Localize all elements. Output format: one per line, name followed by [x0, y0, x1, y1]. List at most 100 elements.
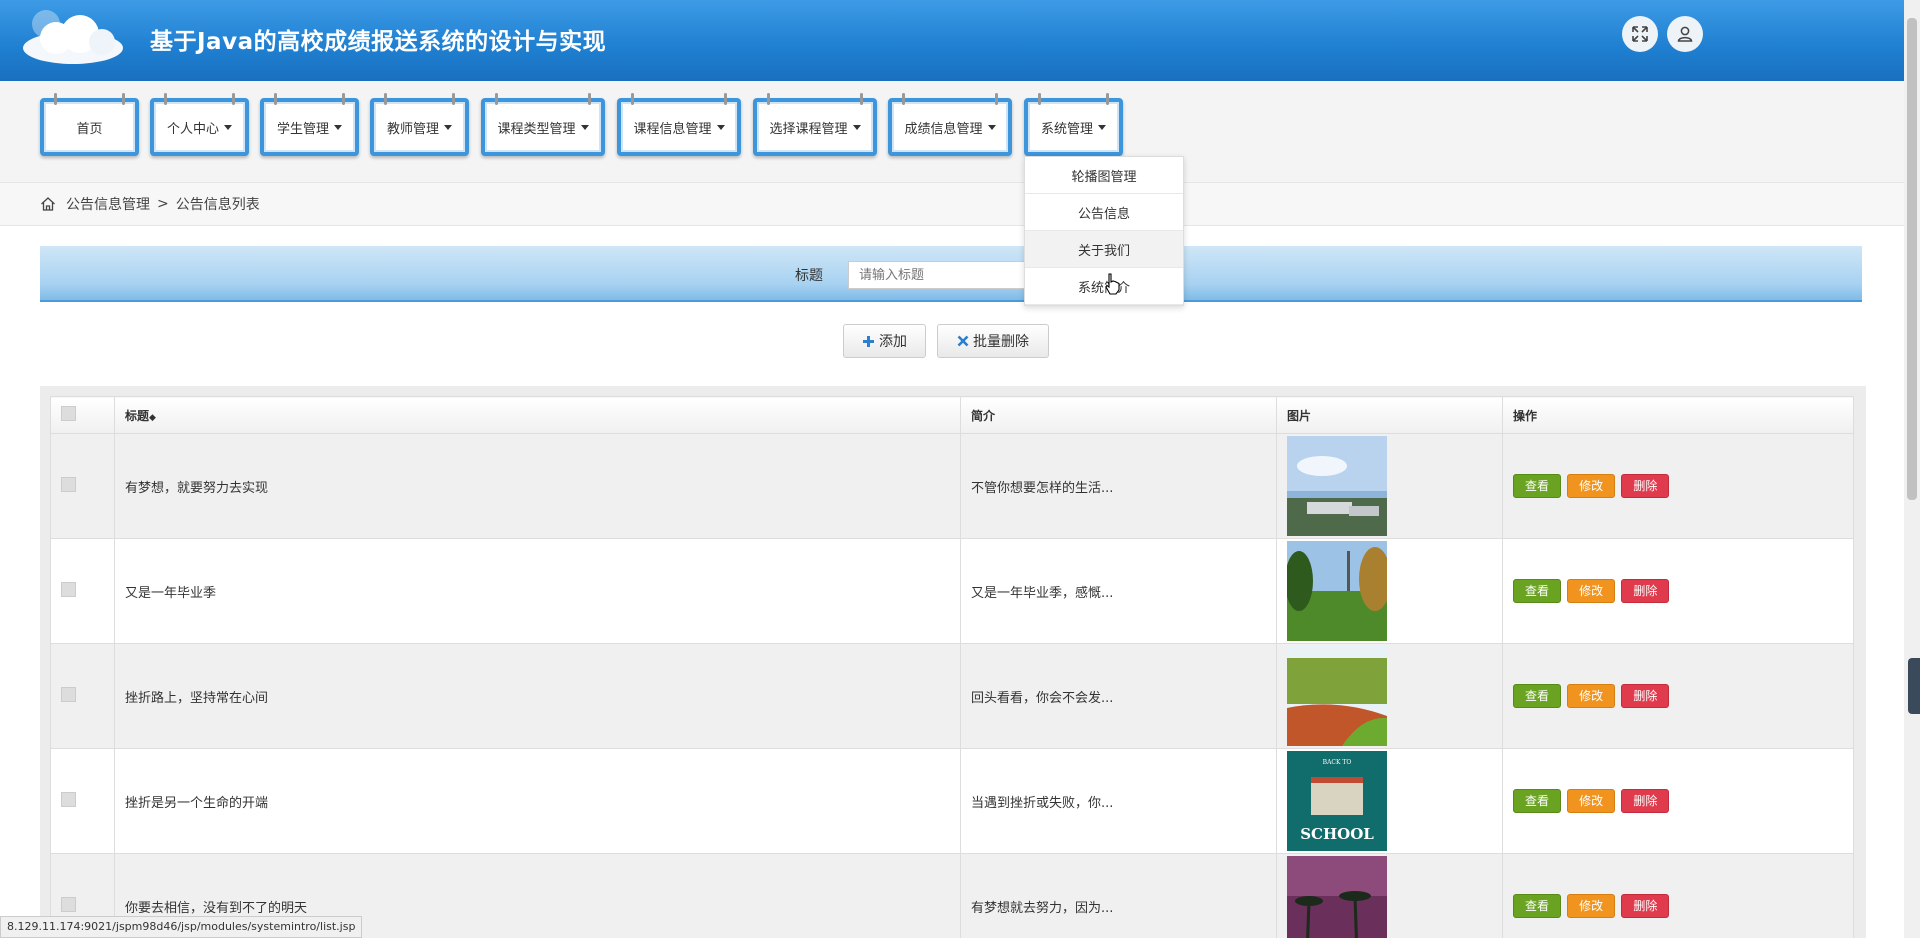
nav-item-label: 首页 [76, 121, 103, 137]
side-tab-handle[interactable] [1908, 658, 1920, 714]
row-image-cell: BACK TO SCHOOL [1276, 748, 1503, 854]
row-title: 挫折路上，坚持常在心间 [114, 643, 961, 749]
edit-button[interactable]: 修改 [1567, 789, 1616, 813]
row-image-cell [1276, 643, 1503, 749]
nav-item-label: 课程类型管理 [497, 121, 576, 137]
row-checkbox[interactable] [61, 686, 76, 702]
edit-button[interactable]: 修改 [1567, 684, 1616, 708]
table-row: 有梦想，就要努力去实现 不管你想要怎样的生活... 查看 修改 删除 [50, 433, 1854, 539]
nav-item-label: 成绩信息管理 [904, 121, 983, 137]
delete-button[interactable]: 删除 [1621, 894, 1670, 918]
sort-icon: ◆ [149, 412, 156, 423]
row-checkbox[interactable] [61, 476, 76, 492]
breadcrumb-current: 公告信息列表 [175, 197, 260, 213]
row-image-cell [1276, 538, 1503, 644]
dropdown-item-carousel[interactable]: 轮播图管理 [1025, 157, 1183, 194]
column-header-image: 图片 [1276, 396, 1503, 434]
add-button[interactable]: 添加 [843, 324, 926, 358]
row-checkbox[interactable] [61, 896, 76, 912]
breadcrumb-parent[interactable]: 公告信息管理 [66, 194, 150, 214]
row-checkbox[interactable] [61, 581, 76, 597]
back-to-school-image[interactable]: BACK TO SCHOOL [1287, 751, 1387, 851]
home-icon[interactable] [40, 196, 56, 212]
nav-item-system-management[interactable]: 系统管理 [1024, 93, 1123, 156]
plus-icon [863, 335, 874, 347]
view-button[interactable]: 查看 [1513, 474, 1562, 498]
row-ops: 查看 修改 删除 [1502, 538, 1854, 644]
select-all-checkbox[interactable] [61, 406, 76, 421]
row-image-cell [1276, 433, 1503, 539]
view-button[interactable]: 查看 [1513, 579, 1562, 603]
row-title: 又是一年毕业季 [114, 538, 961, 644]
row-ops: 查看 修改 删除 [1502, 748, 1854, 854]
row-checkbox-cell [50, 748, 115, 854]
notice-table: 标题◆ 简介 图片 操作 有梦想，就要努力去实现 不管你想要怎样的生活... 查… [50, 396, 1854, 938]
caret-down-icon [580, 124, 589, 130]
delete-button[interactable]: 删除 [1621, 684, 1670, 708]
nav-item-grade-info-management[interactable]: 成绩信息管理 [888, 93, 1012, 156]
row-checkbox-cell [50, 538, 115, 644]
table-row: 挫折路上，坚持常在心间 回头看看，你会不会发... 查看 修改 删除 [50, 643, 1854, 749]
delete-button[interactable]: 删除 [1621, 789, 1670, 813]
status-url: 8.129.11.174:9021/jspm98d46/jsp/modules/… [0, 916, 363, 938]
search-title-input[interactable] [848, 261, 1038, 289]
graduation-field-image[interactable] [1287, 541, 1387, 641]
fullscreen-button[interactable] [1622, 16, 1658, 52]
cloud-logo-icon [23, 10, 123, 64]
row-intro: 当遇到挫折或失败，你... [960, 748, 1277, 854]
nav-item-label: 个人中心 [166, 121, 219, 137]
nav-item-teacher-management[interactable]: 教师管理 [370, 93, 469, 156]
column-header-ops: 操作 [1502, 396, 1854, 434]
caret-down-icon [224, 124, 232, 130]
palm-dusk-image[interactable] [1287, 856, 1387, 938]
delete-button[interactable]: 删除 [1621, 474, 1670, 498]
column-header-title[interactable]: 标题◆ [114, 396, 961, 434]
nav-item-course-type-management[interactable]: 课程类型管理 [481, 93, 605, 156]
user-profile-button[interactable] [1667, 16, 1703, 52]
search-title-label: 标题 [795, 268, 823, 284]
row-image-cell [1276, 853, 1503, 938]
app-title: 基于Java的高校成绩报送系统的设计与实现 [150, 29, 607, 55]
dropdown-item-about-us[interactable]: 关于我们 [1025, 231, 1183, 268]
edit-button[interactable]: 修改 [1567, 894, 1616, 918]
caret-down-icon [987, 124, 996, 130]
campus-sky-image[interactable] [1287, 436, 1387, 536]
nav-item-course-selection-management[interactable]: 选择课程管理 [753, 93, 877, 156]
row-ops: 查看 修改 删除 [1502, 643, 1854, 749]
nav-item-label: 选择课程管理 [769, 121, 848, 137]
row-ops: 查看 修改 删除 [1502, 853, 1854, 938]
page-scrollbar[interactable] [1904, 0, 1920, 938]
column-header-intro: 简介 [960, 396, 1277, 434]
view-button[interactable]: 查看 [1513, 894, 1562, 918]
back-to-text: BACK TO [1322, 759, 1352, 766]
delete-button[interactable]: 删除 [1621, 579, 1670, 603]
batch-delete-button[interactable]: 批量删除 [937, 324, 1049, 358]
caret-down-icon [444, 124, 452, 130]
scrollbar-thumb[interactable] [1907, 18, 1917, 500]
header-bar: 基于Java的高校成绩报送系统的设计与实现 [0, 0, 1904, 81]
row-checkbox[interactable] [61, 791, 76, 807]
nav-item-personal-center[interactable]: 个人中心 [150, 93, 249, 156]
table-header-row: 标题◆ 简介 图片 操作 [50, 396, 1854, 434]
expand-icon [1632, 26, 1648, 42]
edit-button[interactable]: 修改 [1567, 579, 1616, 603]
column-header-title-label: 标题 [125, 408, 150, 423]
caret-down-icon [716, 124, 725, 130]
nav-item-label: 系统管理 [1040, 121, 1093, 137]
nav-item-student-management[interactable]: 学生管理 [260, 93, 359, 156]
row-intro: 回头看看，你会不会发... [960, 643, 1277, 749]
row-title: 有梦想，就要努力去实现 [114, 433, 961, 539]
view-button[interactable]: 查看 [1513, 684, 1562, 708]
dropdown-item-notice[interactable]: 公告信息 [1025, 194, 1183, 231]
nav-item-course-info-management[interactable]: 课程信息管理 [617, 93, 741, 156]
edit-button[interactable]: 修改 [1567, 474, 1616, 498]
running-track-image[interactable] [1287, 646, 1387, 746]
nav-item-label: 学生管理 [276, 121, 329, 137]
nav-item-label: 教师管理 [386, 121, 439, 137]
row-checkbox-cell [50, 643, 115, 749]
school-text: SCHOOL [1300, 825, 1374, 843]
view-button[interactable]: 查看 [1513, 789, 1562, 813]
nav-item-home[interactable]: 首页 [40, 93, 139, 156]
hand-cursor-icon [1105, 273, 1120, 295]
breadcrumb-separator: > [157, 196, 169, 212]
